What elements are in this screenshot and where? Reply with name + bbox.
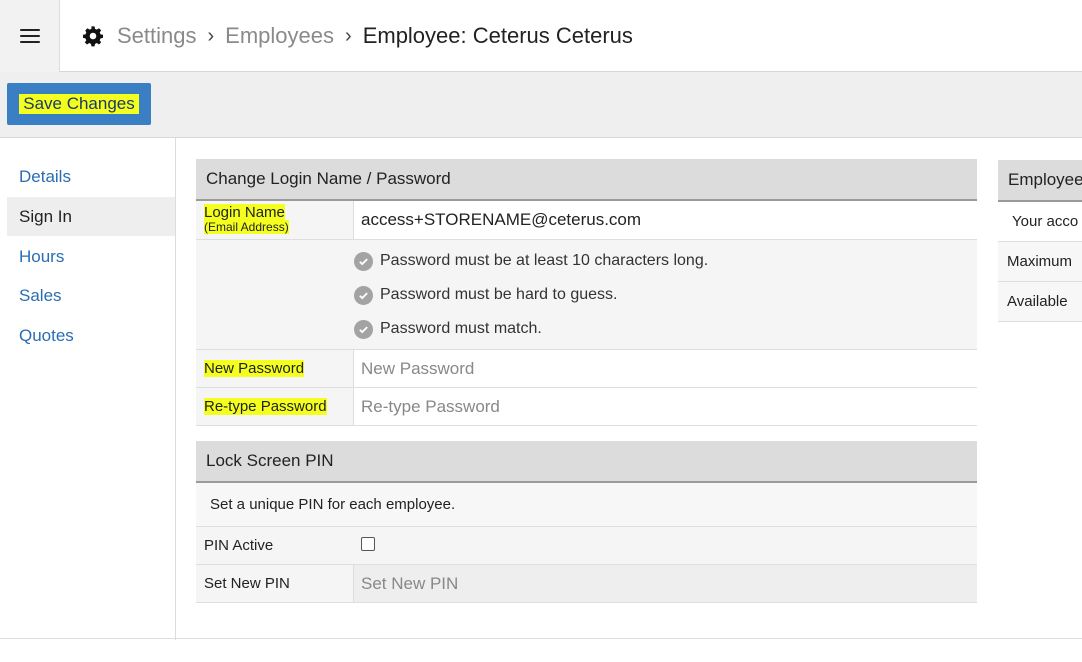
- login-name-row: Login Name (Email Address) access+STOREN…: [196, 201, 977, 240]
- retype-password-row: Re-type Password: [196, 388, 977, 426]
- gear-icon[interactable]: [82, 25, 104, 47]
- pin-active-label: PIN Active: [204, 537, 274, 554]
- chevron-right-icon: ›: [207, 24, 215, 47]
- new-password-input[interactable]: [361, 350, 977, 387]
- password-rule: Password must match.: [354, 319, 542, 339]
- new-password-row: New Password: [196, 350, 977, 388]
- pin-active-row: PIN Active: [196, 527, 977, 565]
- sidebar-item-hours[interactable]: Hours: [7, 237, 175, 276]
- breadcrumb-employees[interactable]: Employees: [225, 23, 334, 49]
- login-name-sublabel: (Email Address): [204, 220, 289, 234]
- check-circle-icon: [354, 319, 373, 339]
- check-circle-icon: [354, 285, 373, 305]
- sidebar-item-sales[interactable]: Sales: [7, 276, 175, 315]
- pin-active-checkbox[interactable]: [361, 537, 375, 551]
- sidebar-item-details[interactable]: Details: [7, 157, 175, 196]
- retype-password-label-cell: Re-type Password: [196, 388, 354, 425]
- retype-password-input[interactable]: [361, 388, 977, 425]
- breadcrumb-settings[interactable]: Settings: [117, 23, 197, 49]
- hamburger-icon: [19, 28, 40, 44]
- login-name-label-cell: Login Name (Email Address): [196, 201, 354, 239]
- new-pin-label: Set New PIN: [196, 565, 354, 602]
- sidebar-item-sign-in[interactable]: Sign In: [7, 197, 175, 236]
- login-panel-title: Change Login Name / Password: [196, 159, 977, 201]
- password-rules: Password must be at least 10 characters …: [196, 240, 977, 350]
- employee-info-row: Available: [998, 282, 1082, 322]
- top-header: Settings › Employees › Employee: Ceterus…: [0, 0, 1082, 72]
- chevron-right-icon: ›: [345, 24, 352, 47]
- employee-info-row: Maximum: [998, 242, 1082, 282]
- breadcrumb: Settings › Employees › Employee: Ceterus…: [82, 0, 633, 72]
- pin-panel-title: Lock Screen PIN: [196, 441, 977, 483]
- password-rule-text: Password must match.: [380, 320, 542, 337]
- new-password-cell: [354, 350, 977, 387]
- save-changes-button[interactable]: Save Changes: [7, 83, 151, 125]
- toolbar: Save Changes: [0, 72, 1082, 138]
- sidebar-item-quotes[interactable]: Quotes: [7, 316, 175, 355]
- save-button-label: Save Changes: [19, 94, 139, 114]
- new-pin-cell: [354, 565, 977, 602]
- divider: [0, 638, 1082, 639]
- login-name-value[interactable]: access+STORENAME@ceterus.com: [354, 201, 977, 239]
- pin-active-cell: [354, 527, 977, 564]
- page-title: Employee: Ceterus Ceterus: [362, 23, 633, 48]
- check-circle-icon: [354, 251, 373, 271]
- password-rule: Password must be hard to guess.: [354, 285, 617, 305]
- new-password-label-cell: New Password: [196, 350, 354, 387]
- new-pin-input[interactable]: [361, 565, 977, 602]
- password-rule-text: Password must be at least 10 characters …: [380, 252, 709, 269]
- employee-info-title: Employee: [998, 160, 1082, 202]
- password-rule-text: Password must be hard to guess.: [380, 286, 618, 303]
- retype-password-cell: [354, 388, 977, 425]
- login-panel: Change Login Name / Password Login Name …: [196, 159, 977, 426]
- pin-panel: Lock Screen PIN Set a unique PIN for eac…: [196, 441, 977, 603]
- sidebar: Details Sign In Hours Sales Quotes: [0, 138, 176, 640]
- employee-info-panel: Employee Your acco Maximum Available: [998, 160, 1082, 322]
- menu-button[interactable]: [0, 0, 60, 72]
- new-password-label: New Password: [204, 360, 305, 377]
- password-rule: Password must be at least 10 characters …: [354, 251, 708, 271]
- employee-info-row: Your acco: [998, 202, 1082, 242]
- new-pin-row: Set New PIN: [196, 565, 977, 603]
- retype-password-label: Re-type Password: [204, 398, 327, 415]
- login-name-label: Login Name: [204, 204, 285, 221]
- pin-note: Set a unique PIN for each employee.: [196, 483, 977, 527]
